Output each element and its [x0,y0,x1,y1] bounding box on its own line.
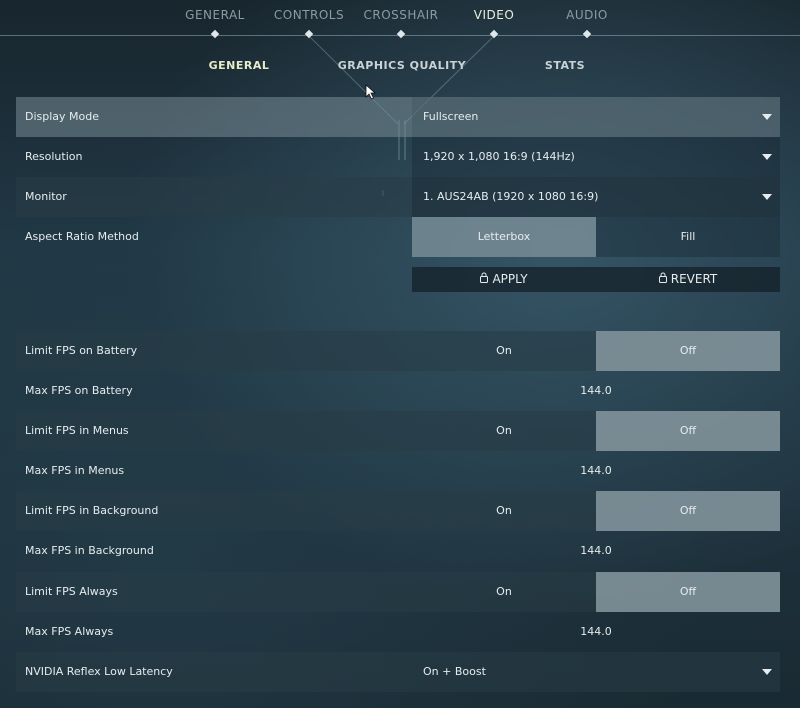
subtab-stats[interactable]: STATS [545,59,585,72]
setting-label: Max FPS on Battery [25,384,133,397]
nvidia-reflex-dropdown[interactable]: On + Boost [412,652,780,692]
tab-audio[interactable]: AUDIO [566,8,608,22]
setting-label: Limit FPS Always [25,585,118,598]
setting-display-mode: Display Mode Fullscreen [16,97,780,137]
chevron-down-icon [762,154,772,160]
setting-label: NVIDIA Reflex Low Latency [25,665,173,678]
setting-resolution: Resolution 1,920 x 1,080 16:9 (144Hz) [16,137,780,177]
mouse-cursor-icon [365,84,377,100]
dropdown-value: Fullscreen [423,110,479,123]
setting-limit-fps-battery: Limit FPS on Battery On Off [16,331,780,371]
setting-max-fps-always: Max FPS Always 144.0 [16,612,780,652]
tab-video[interactable]: VIDEO [474,8,515,22]
setting-limit-fps-menus: Limit FPS in Menus On Off [16,411,780,451]
on-option[interactable]: On [412,411,596,451]
fps-value-field[interactable]: 144.0 [412,625,780,638]
setting-label: Limit FPS in Menus [25,424,129,437]
off-option[interactable]: Off [596,572,780,612]
subtab-graphics-quality[interactable]: GRAPHICS QUALITY [338,59,466,72]
aspect-letterbox-option[interactable]: Letterbox [412,217,596,257]
monitor-dropdown[interactable]: 1. AUS24AB (1920 x 1080 16:9) [412,177,780,217]
on-option[interactable]: On [412,491,596,531]
lock-icon [658,267,667,292]
setting-limit-fps-background: Limit FPS in Background On Off [16,491,780,531]
setting-max-fps-menus: Max FPS in Menus 144.0 [16,451,780,491]
tab-controls[interactable]: CONTROLS [274,8,344,22]
chevron-down-icon [762,114,772,120]
on-option[interactable]: On [412,572,596,612]
tab-general[interactable]: GENERAL [185,8,245,22]
setting-label: Max FPS in Menus [25,464,125,477]
resolution-dropdown[interactable]: 1,920 x 1,080 16:9 (144Hz) [412,137,780,177]
lock-icon [480,267,489,292]
aspect-fill-option[interactable]: Fill [596,217,780,257]
display-mode-dropdown[interactable]: Fullscreen [412,97,780,137]
revert-button[interactable]: REVERT [596,267,780,292]
setting-label: Max FPS Always [25,625,114,638]
dropdown-value: 1. AUS24AB (1920 x 1080 16:9) [423,190,599,203]
chevron-down-icon [762,194,772,200]
apply-button[interactable]: APPLY [412,267,596,292]
on-option[interactable]: On [412,331,596,371]
tab-crosshair[interactable]: CROSSHAIR [363,8,438,22]
setting-monitor: Monitor 1. AUS24AB (1920 x 1080 16:9) [16,177,780,217]
setting-label: Limit FPS on Battery [25,344,138,357]
setting-label: Aspect Ratio Method [25,230,139,243]
fps-value-field[interactable]: 144.0 [412,464,780,477]
setting-label: Resolution [25,150,83,163]
revert-label: REVERT [670,272,718,286]
setting-aspect-ratio: Aspect Ratio Method Letterbox Fill [16,217,780,257]
setting-label: Limit FPS in Background [25,504,159,517]
setting-limit-fps-always: Limit FPS Always On Off [16,572,780,612]
setting-nvidia-reflex: NVIDIA Reflex Low Latency On + Boost [16,652,780,692]
off-option[interactable]: Off [596,331,780,371]
chevron-down-icon [762,669,772,675]
setting-label: Monitor [25,190,67,203]
setting-max-fps-background: Max FPS in Background 144.0 [16,531,780,571]
off-option[interactable]: Off [596,411,780,451]
dropdown-value: On + Boost [423,665,486,678]
apply-label: APPLY [492,272,528,286]
dropdown-value: 1,920 x 1,080 16:9 (144Hz) [423,150,575,163]
fps-value-field[interactable]: 144.0 [412,384,780,397]
off-option[interactable]: Off [596,491,780,531]
setting-label: Display Mode [25,110,100,123]
fps-value-field[interactable]: 144.0 [412,544,780,557]
subtab-general[interactable]: GENERAL [209,59,270,72]
setting-max-fps-battery: Max FPS on Battery 144.0 [16,371,780,411]
top-navigation: GENERAL CONTROLS CROSSHAIR VIDEO AUDIO [0,0,800,39]
setting-label: Max FPS in Background [25,544,154,557]
